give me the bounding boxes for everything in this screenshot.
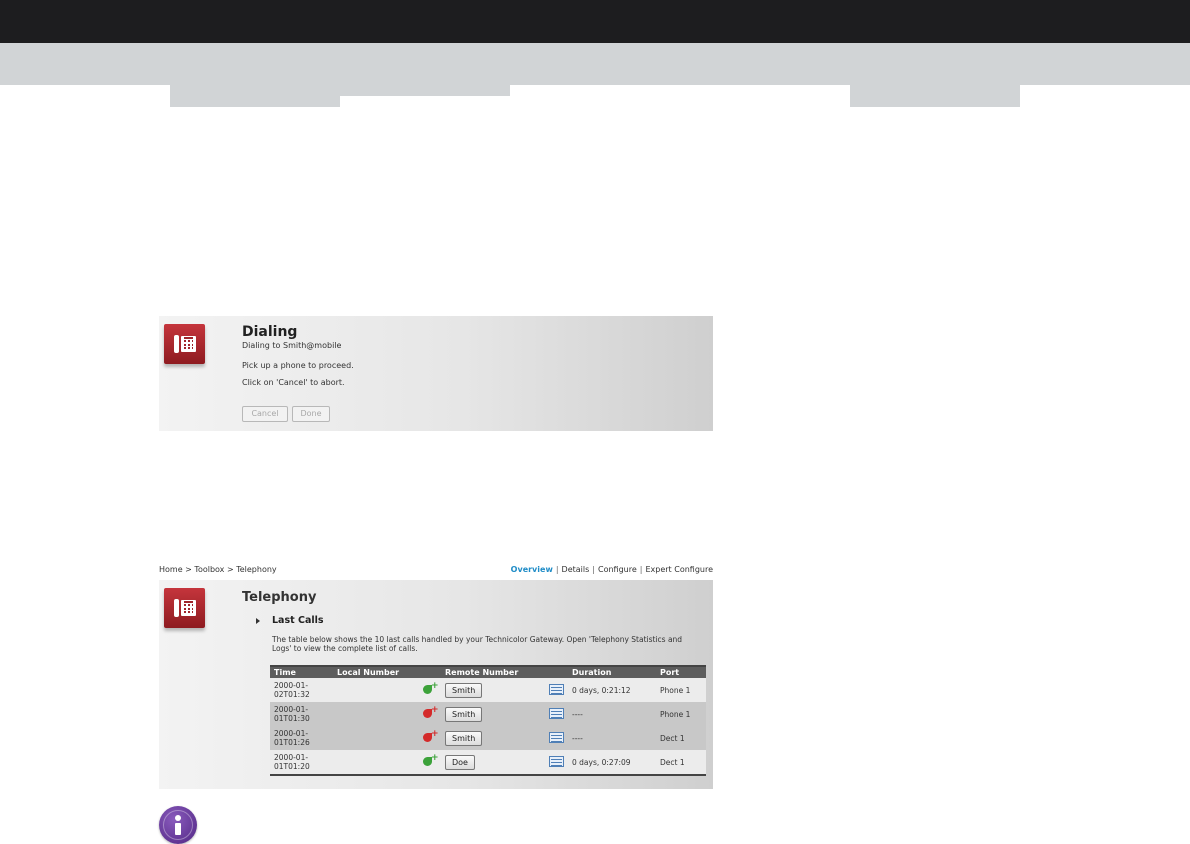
missed-call-icon: + xyxy=(423,706,439,719)
column-header-duration: Duration xyxy=(568,666,656,678)
call-duration: ---- xyxy=(568,702,656,726)
dialing-instruction-text: Pick up a phone to proceed. xyxy=(242,361,354,370)
nav-details-link[interactable]: Details xyxy=(562,565,590,574)
nav-separator: | xyxy=(639,565,643,574)
contact-card-cell xyxy=(525,750,568,775)
table-row: 2000-01- 02T01:32 + Smith 0 days, 0:21:12… xyxy=(270,678,706,702)
telephony-panel: Telephony Last Calls The table below sho… xyxy=(159,580,713,789)
nav-overview-link[interactable]: Overview xyxy=(511,565,553,574)
table-row: 2000-01- 01T01:20 + Doe 0 days, 0:27:09 D… xyxy=(270,750,706,775)
call-port: Dect 1 xyxy=(656,726,706,750)
call-time-clock: 02T01:32 xyxy=(274,690,310,699)
contact-button[interactable]: Doe xyxy=(445,754,475,770)
telephone-icon xyxy=(164,588,205,628)
expand-arrow-icon[interactable] xyxy=(256,618,260,624)
column-header-local-number: Local Number xyxy=(333,666,441,678)
call-time-date: 2000-01- xyxy=(274,681,309,690)
contact-button[interactable]: Smith xyxy=(445,682,483,698)
section-nav: Overview | Details | Configure | Expert Config… xyxy=(511,565,713,574)
contact-card-icon[interactable] xyxy=(549,707,564,719)
contact-button[interactable]: Smith xyxy=(445,730,483,746)
contact-button[interactable]: Smith xyxy=(445,706,483,722)
done-button[interactable]: Done xyxy=(292,406,330,422)
call-time-date: 2000-01- xyxy=(274,705,309,714)
remote-number-cell: Doe xyxy=(441,750,526,775)
header-tab-3 xyxy=(850,85,1020,107)
contact-card-icon[interactable] xyxy=(549,683,564,695)
sub-header-bar xyxy=(0,43,1190,85)
local-number-cell: + xyxy=(333,678,441,702)
call-port: Dect 1 xyxy=(656,750,706,775)
answered-call-icon: + xyxy=(423,754,439,767)
contact-card-cell xyxy=(525,702,568,726)
table-row: 2000-01- 01T01:30 + Smith ---- Phone 1 xyxy=(270,702,706,726)
missed-call-icon: + xyxy=(423,730,439,743)
last-calls-table: Time Local Number Remote Number Duration… xyxy=(270,665,706,776)
call-port: Phone 1 xyxy=(656,678,706,702)
local-number-cell: + xyxy=(333,750,441,775)
nav-expert-configure-link[interactable]: Expert Configure xyxy=(645,565,713,574)
call-time-clock: 01T01:26 xyxy=(274,738,310,747)
table-header-row: Time Local Number Remote Number Duration… xyxy=(270,666,706,678)
call-time-date: 2000-01- xyxy=(274,753,309,762)
remote-number-cell: Smith xyxy=(441,678,526,702)
call-duration: 0 days, 0:21:12 xyxy=(568,678,656,702)
call-time-clock: 01T01:20 xyxy=(274,762,310,771)
breadcrumb[interactable]: Home > Toolbox > Telephony xyxy=(159,565,277,574)
telephony-title: Telephony xyxy=(242,590,317,605)
call-time-date: 2000-01- xyxy=(274,729,309,738)
call-time: 2000-01- 01T01:30 xyxy=(270,702,333,726)
header-tab-1 xyxy=(170,85,340,107)
nav-separator: | xyxy=(555,565,559,574)
call-duration: 0 days, 0:27:09 xyxy=(568,750,656,775)
info-icon xyxy=(159,806,197,844)
dialing-target-text: Dialing to Smith@mobile xyxy=(242,341,342,350)
call-time: 2000-01- 01T01:26 xyxy=(270,726,333,750)
dialing-panel: Dialing Dialing to Smith@mobile Pick up … xyxy=(159,316,713,431)
remote-number-cell: Smith xyxy=(441,702,526,726)
table-row: 2000-01- 01T01:26 + Smith ---- Dect 1 xyxy=(270,726,706,750)
contact-card-cell xyxy=(525,678,568,702)
call-port: Phone 1 xyxy=(656,702,706,726)
call-time-clock: 01T01:30 xyxy=(274,714,310,723)
nav-separator: | xyxy=(592,565,595,574)
call-duration: ---- xyxy=(568,726,656,750)
call-time: 2000-01- 01T01:20 xyxy=(270,750,333,775)
dialing-abort-text: Click on 'Cancel' to abort. xyxy=(242,378,345,387)
remote-number-cell: Smith xyxy=(441,726,526,750)
top-header-bar xyxy=(0,0,1190,43)
call-time: 2000-01- 02T01:32 xyxy=(270,678,333,702)
contact-card-icon[interactable] xyxy=(549,731,564,743)
local-number-cell: + xyxy=(333,726,441,750)
column-header-remote-number: Remote Number xyxy=(441,666,568,678)
local-number-cell: + xyxy=(333,702,441,726)
contact-card-cell xyxy=(525,726,568,750)
dialing-title: Dialing xyxy=(242,324,298,340)
column-header-port: Port xyxy=(656,666,706,678)
cancel-button[interactable]: Cancel xyxy=(242,406,288,422)
header-tab-2 xyxy=(340,85,510,96)
nav-configure-link[interactable]: Configure xyxy=(598,565,637,574)
last-calls-description: The table below shows the 10 last calls … xyxy=(272,635,683,653)
answered-call-icon: + xyxy=(423,682,439,695)
telephone-icon xyxy=(164,324,205,364)
contact-card-icon[interactable] xyxy=(549,755,564,767)
column-header-time: Time xyxy=(270,666,333,678)
last-calls-heading[interactable]: Last Calls xyxy=(272,615,324,626)
